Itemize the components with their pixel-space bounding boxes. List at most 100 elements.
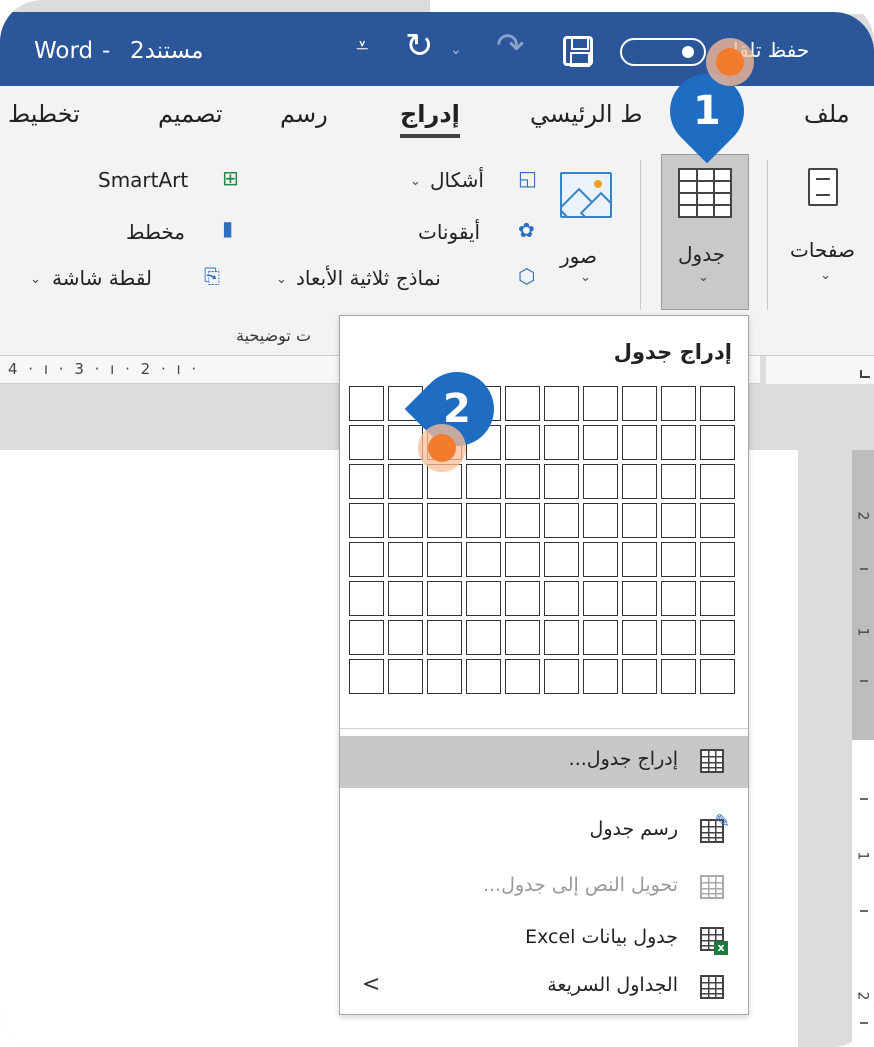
grid-cell[interactable] [622,503,657,538]
grid-cell[interactable] [544,464,579,499]
redo-icon[interactable]: ↷ [496,26,525,66]
grid-cell[interactable] [388,542,423,577]
grid-cell[interactable] [583,425,618,460]
grid-cell[interactable] [700,581,735,616]
menu-item-excel-spreadsheet[interactable]: جدول بيانات Excel [340,914,748,966]
3d-models-icon[interactable]: ⬡ [518,264,535,288]
pictures-icon[interactable] [560,172,612,218]
grid-cell[interactable] [427,503,462,538]
3d-models-button[interactable]: نماذج ثلاثية الأبعاد [296,266,441,290]
grid-cell[interactable] [583,620,618,655]
grid-cell[interactable] [349,464,384,499]
grid-cell[interactable] [544,425,579,460]
grid-cell[interactable] [700,542,735,577]
pages-icon[interactable] [808,168,838,206]
grid-cell[interactable] [466,503,501,538]
undo-dropdown-icon[interactable]: ⌄ [450,42,462,58]
grid-cell[interactable] [583,581,618,616]
grid-cell[interactable] [466,542,501,577]
grid-cell[interactable] [427,542,462,577]
grid-cell[interactable] [427,659,462,694]
autosave-toggle[interactable] [620,38,706,66]
grid-cell[interactable] [700,425,735,460]
grid-cell[interactable] [622,542,657,577]
grid-cell[interactable] [544,542,579,577]
grid-cell[interactable] [349,542,384,577]
chart-icon[interactable]: ▮ [222,216,233,240]
grid-cell[interactable] [661,542,696,577]
customize-toolbar-icon[interactable]: ⩡ [356,34,368,59]
shapes-button[interactable]: أشكال [430,168,484,192]
grid-cell[interactable] [388,659,423,694]
grid-cell[interactable] [388,464,423,499]
icons-icon[interactable]: ✿ [518,218,535,242]
grid-cell[interactable] [583,464,618,499]
menu-item-draw-table[interactable]: رسم جدول [340,806,748,858]
tab-file[interactable]: ملف [804,100,850,128]
tab-layout[interactable]: تخطيط [8,100,80,128]
tab-home[interactable]: ط الرئيسي [530,100,642,128]
shapes-caret-icon[interactable]: ⌄ [410,174,421,189]
grid-cell[interactable] [388,581,423,616]
table-size-grid[interactable] [349,386,735,694]
grid-cell[interactable] [466,659,501,694]
undo-icon[interactable]: ↻ [405,26,434,66]
pictures-button[interactable]: صور [560,244,597,268]
grid-cell[interactable] [349,620,384,655]
grid-cell[interactable] [700,464,735,499]
table-icon[interactable] [678,168,732,218]
grid-cell[interactable] [661,386,696,421]
grid-cell[interactable] [622,659,657,694]
grid-cell[interactable] [544,581,579,616]
grid-cell[interactable] [661,620,696,655]
tab-design[interactable]: تصميم [158,100,223,128]
grid-cell[interactable] [661,464,696,499]
grid-cell[interactable] [505,503,540,538]
grid-cell[interactable] [700,503,735,538]
table-label[interactable]: جدول [678,242,725,266]
smartart-button[interactable]: SmartArt [98,168,188,192]
grid-cell[interactable] [544,503,579,538]
screenshot-caret-icon[interactable]: ⌄ [30,272,41,287]
grid-cell[interactable] [466,464,501,499]
tab-draw[interactable]: رسم [280,100,328,128]
menu-item-quick-tables[interactable]: الجداول السريعة < [340,962,748,1014]
pages-caret-icon[interactable]: ⌄ [820,268,831,283]
grid-cell[interactable] [505,659,540,694]
3d-models-caret-icon[interactable]: ⌄ [276,272,287,287]
pages-button[interactable]: صفحات [790,238,855,262]
grid-cell[interactable] [388,503,423,538]
grid-cell[interactable] [661,425,696,460]
grid-cell[interactable] [661,503,696,538]
grid-cell[interactable] [505,620,540,655]
grid-cell[interactable] [427,620,462,655]
grid-cell[interactable] [583,659,618,694]
grid-cell[interactable] [349,659,384,694]
grid-cell[interactable] [583,503,618,538]
grid-cell[interactable] [700,620,735,655]
grid-cell[interactable] [505,464,540,499]
grid-cell[interactable] [466,581,501,616]
grid-cell[interactable] [661,659,696,694]
screenshot-icon[interactable]: ⎘ [204,264,220,288]
pictures-caret-icon[interactable]: ⌄ [580,270,591,285]
shapes-icon[interactable]: ◱ [518,166,537,190]
grid-cell[interactable] [544,620,579,655]
table-caret-icon[interactable]: ⌄ [698,270,709,285]
tab-insert[interactable]: إدراج [400,100,460,138]
menu-item-insert-table[interactable]: إدراج جدول... [340,736,748,788]
grid-cell[interactable] [583,386,618,421]
chart-button[interactable]: مخطط [126,220,185,244]
smartart-icon[interactable]: ⊞ [222,166,239,190]
grid-cell[interactable] [661,581,696,616]
grid-cell[interactable] [349,386,384,421]
grid-cell[interactable] [622,464,657,499]
grid-cell[interactable] [388,620,423,655]
grid-cell[interactable] [583,542,618,577]
grid-cell[interactable] [505,386,540,421]
grid-cell[interactable] [700,659,735,694]
grid-cell[interactable] [622,581,657,616]
tab-selector-icon[interactable] [860,370,870,378]
grid-cell[interactable] [622,425,657,460]
grid-cell[interactable] [349,425,384,460]
